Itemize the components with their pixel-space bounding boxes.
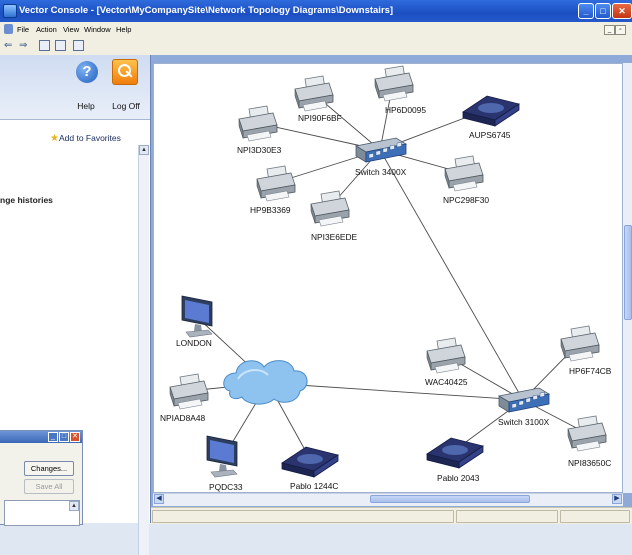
status-bar (148, 507, 632, 524)
node-label: Pablo 2043 (437, 473, 480, 483)
horizontal-scroll-thumb[interactable] (370, 495, 530, 503)
left-scrollbar[interactable]: ▲ (138, 145, 149, 555)
status-cell (152, 510, 454, 523)
ups-node[interactable] (281, 446, 339, 478)
menu-window[interactable]: Window (84, 25, 111, 34)
printer-node[interactable] (169, 373, 209, 410)
monitor-node[interactable] (181, 295, 213, 338)
printer-node[interactable] (444, 155, 484, 192)
minimize-icon[interactable]: _ (578, 3, 594, 19)
network-topology-diagram[interactable]: NPI90F6BF HP6D0095 AUPS6745 NPI3D30E3 Switch… (153, 63, 623, 493)
menu-help[interactable]: Help (116, 25, 131, 34)
minimize-icon[interactable]: _ (48, 432, 58, 442)
scroll-right-icon[interactable]: ▶ (612, 494, 622, 504)
changes-button[interactable]: Changes... (24, 461, 74, 476)
node-label: Pablo 1244C (290, 481, 338, 491)
help-label: Help (77, 101, 95, 111)
node-label: Switch 3400X (355, 167, 407, 177)
monitor-node[interactable] (206, 435, 238, 478)
mini-list[interactable]: ▲ (4, 500, 80, 526)
help-button[interactable]: ? Help (68, 61, 104, 111)
printer-node[interactable] (256, 165, 296, 202)
section-heading[interactable]: nge histories (0, 195, 53, 205)
printer-node[interactable] (567, 415, 607, 452)
ups-node[interactable] (462, 95, 520, 127)
mini-dialog-titlebar[interactable]: _ □ ✕ (0, 431, 82, 443)
vertical-scroll-thumb[interactable] (624, 225, 632, 320)
back-arrow-icon[interactable]: ⇐ (4, 40, 12, 51)
mdi-restore-icon[interactable]: ▫ (615, 25, 626, 35)
menu-view[interactable]: View (63, 25, 79, 34)
app-icon (3, 4, 17, 18)
key-icon (112, 59, 138, 85)
scroll-up-icon[interactable]: ▲ (139, 145, 149, 155)
favorites-label: Add to Favorites (58, 133, 121, 143)
node-label: NPC298F30 (443, 195, 489, 205)
close-icon[interactable]: ✕ (70, 432, 80, 442)
save-all-button[interactable]: Save All (24, 479, 74, 494)
menu-bar: File Action View Window Help _ ▫ (0, 22, 632, 38)
document-icon (4, 24, 13, 34)
printer-node[interactable] (374, 65, 414, 102)
node-label: AUPS6745 (469, 130, 511, 140)
menu-action[interactable]: Action (36, 25, 57, 34)
log-off-button[interactable]: Log Off (105, 59, 147, 111)
close-icon[interactable]: ✕ (612, 3, 632, 19)
ups-node[interactable] (426, 437, 484, 469)
switch-node[interactable] (497, 387, 551, 413)
title-bar[interactable]: Vector Console - [Vector\MyCompanySite\N… (0, 0, 632, 22)
forward-arrow-icon[interactable]: ⇒ (19, 40, 27, 51)
node-label: LONDON (176, 338, 212, 348)
node-label: HP6D0095 (385, 105, 426, 115)
toolbar: ⇐ ⇒ (0, 37, 632, 56)
node-label: Switch 3100X (498, 417, 550, 427)
node-label: WAC40425 (425, 377, 468, 387)
node-label: HP9B3369 (250, 205, 291, 215)
switch-node[interactable] (354, 137, 408, 163)
status-cell (560, 510, 630, 523)
up-folder-icon[interactable] (39, 40, 50, 51)
log-off-label: Log Off (112, 101, 140, 111)
printer-node[interactable] (560, 325, 600, 362)
star-icon: ★ (50, 133, 59, 144)
left-header: ? Help Log Off (0, 55, 150, 120)
node-label: NPI3D30E3 (237, 145, 282, 155)
node-label: NPIAD8A48 (160, 413, 205, 423)
window-title: Vector Console - [Vector\MyCompanySite\N… (19, 5, 394, 16)
mini-dialog: _ □ ✕ Changes... Save All ▲ (0, 430, 83, 526)
status-cell (456, 510, 558, 523)
show-tree-icon[interactable] (55, 40, 66, 51)
scroll-up-icon[interactable]: ▲ (69, 501, 79, 511)
printer-node[interactable] (310, 190, 350, 227)
properties-icon[interactable] (73, 40, 84, 51)
add-to-favorites-link[interactable]: ★Add to Favorites (50, 133, 146, 144)
node-label: NPI83650C (568, 458, 611, 468)
node-label: NPI3E6EDE (311, 232, 357, 242)
maximize-icon[interactable]: □ (595, 3, 611, 19)
scroll-left-icon[interactable]: ◀ (154, 494, 164, 504)
printer-node[interactable] (238, 105, 278, 142)
menu-file[interactable]: File (17, 25, 29, 34)
cloud-node[interactable] (223, 360, 308, 405)
mdi-minimize-icon[interactable]: _ (604, 25, 615, 35)
maximize-icon[interactable]: □ (59, 432, 69, 442)
node-label: PQDC33 (209, 482, 243, 492)
help-icon: ? (76, 61, 98, 83)
printer-node[interactable] (426, 337, 466, 374)
node-label: NPI90F6BF (298, 113, 342, 123)
node-label: HP6F74CB (569, 366, 612, 376)
